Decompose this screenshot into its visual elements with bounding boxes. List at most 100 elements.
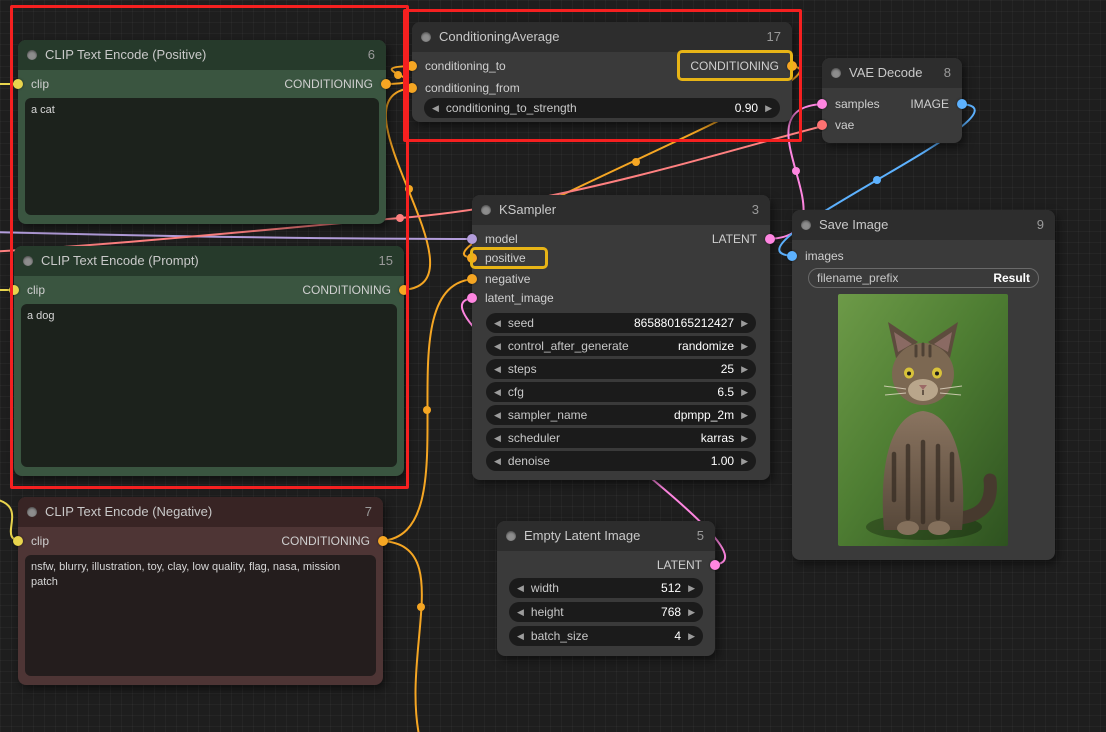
images-input-port[interactable] xyxy=(787,251,797,261)
latent-port-label: LATENT xyxy=(712,230,757,248)
widget-scheduler[interactable]: ◀ scheduler karras ▶ xyxy=(486,428,756,448)
clip-port-label: clip xyxy=(31,75,49,93)
widget-denoise[interactable]: ◀ denoise 1.00 ▶ xyxy=(486,451,756,471)
increment-arrow-icon[interactable]: ▶ xyxy=(741,342,748,351)
negative-input-port[interactable] xyxy=(467,274,477,284)
conditioning-output-port[interactable] xyxy=(399,285,409,295)
increment-arrow-icon[interactable]: ▶ xyxy=(741,434,748,443)
node-empty-latent-image[interactable]: Empty Latent Image 5 LATENT ◀ width 512 … xyxy=(497,521,715,656)
node-header[interactable]: CLIP Text Encode (Positive) 6 xyxy=(18,40,386,70)
widget-value: 6.5 xyxy=(717,385,734,399)
widget-value: 1.00 xyxy=(711,454,734,468)
node-header[interactable]: KSampler 3 xyxy=(472,195,770,225)
collapse-dot-icon[interactable] xyxy=(27,50,37,60)
node-header[interactable]: VAE Decode 8 xyxy=(822,58,962,88)
decrement-arrow-icon[interactable]: ◀ xyxy=(517,632,524,641)
decrement-arrow-icon[interactable]: ◀ xyxy=(494,365,501,374)
decrement-arrow-icon[interactable]: ◀ xyxy=(517,584,524,593)
node-header[interactable]: ConditioningAverage 17 xyxy=(412,22,792,52)
widget-label: denoise xyxy=(508,454,550,468)
node-conditioning-average[interactable]: ConditioningAverage 17 conditioning_to C… xyxy=(412,22,792,122)
increment-arrow-icon[interactable]: ▶ xyxy=(765,104,772,113)
vae-input-port[interactable] xyxy=(817,120,827,130)
widget-value: randomize xyxy=(678,339,734,353)
node-order-badge: 7 xyxy=(365,497,372,527)
increment-arrow-icon[interactable]: ▶ xyxy=(741,411,748,420)
widget-steps[interactable]: ◀ steps 25 ▶ xyxy=(486,359,756,379)
increment-arrow-icon[interactable]: ▶ xyxy=(741,365,748,374)
node-clip-text-encode-prompt[interactable]: CLIP Text Encode (Prompt) 15 clip CONDIT… xyxy=(14,246,404,476)
widget-conditioning-to-strength[interactable]: ◀ conditioning_to_strength 0.90 ▶ xyxy=(424,98,780,118)
decrement-arrow-icon[interactable]: ◀ xyxy=(494,457,501,466)
decrement-arrow-icon[interactable]: ◀ xyxy=(494,388,501,397)
decrement-arrow-icon[interactable]: ◀ xyxy=(494,319,501,328)
conditioning-port-label: CONDITIONING xyxy=(690,57,779,75)
samples-input-port[interactable] xyxy=(817,99,827,109)
decrement-arrow-icon[interactable]: ◀ xyxy=(494,342,501,351)
widget-width[interactable]: ◀ width 512 ▶ xyxy=(509,578,703,598)
increment-arrow-icon[interactable]: ▶ xyxy=(741,319,748,328)
widget-value: 512 xyxy=(661,581,681,595)
node-header[interactable]: Save Image 9 xyxy=(792,210,1055,240)
collapse-dot-icon[interactable] xyxy=(506,531,516,541)
widget-cfg[interactable]: ◀ cfg 6.5 ▶ xyxy=(486,382,756,402)
node-vae-decode[interactable]: VAE Decode 8 samples IMAGE vae xyxy=(822,58,962,143)
widget-batch-size[interactable]: ◀ batch_size 4 ▶ xyxy=(509,626,703,646)
widget-label: height xyxy=(531,605,564,619)
clip-input-port[interactable] xyxy=(13,536,23,546)
image-output-port[interactable] xyxy=(957,99,967,109)
clip-input-port[interactable] xyxy=(9,285,19,295)
node-clip-text-encode-positive[interactable]: CLIP Text Encode (Positive) 6 clip CONDI… xyxy=(18,40,386,224)
increment-arrow-icon[interactable]: ▶ xyxy=(688,608,695,617)
port-label: negative xyxy=(485,270,530,288)
node-ksampler[interactable]: KSampler 3 model LATENT positive negativ… xyxy=(472,195,770,480)
widget-seed[interactable]: ◀ seed 865880165212427 ▶ xyxy=(486,313,756,333)
widget-filename-prefix[interactable]: filename_prefix Result xyxy=(808,268,1039,288)
decrement-arrow-icon[interactable]: ◀ xyxy=(517,608,524,617)
node-order-badge: 15 xyxy=(379,246,393,276)
node-header[interactable]: CLIP Text Encode (Negative) 7 xyxy=(18,497,383,527)
increment-arrow-icon[interactable]: ▶ xyxy=(741,457,748,466)
positive-input-port[interactable] xyxy=(467,253,477,263)
node-title: CLIP Text Encode (Prompt) xyxy=(41,253,199,268)
decrement-arrow-icon[interactable]: ◀ xyxy=(432,104,439,113)
conditioning-output-port[interactable] xyxy=(787,61,797,71)
decrement-arrow-icon[interactable]: ◀ xyxy=(494,434,501,443)
latent-image-input-port[interactable] xyxy=(467,293,477,303)
conditioning-output-port[interactable] xyxy=(378,536,388,546)
node-header[interactable]: Empty Latent Image 5 xyxy=(497,521,715,551)
collapse-dot-icon[interactable] xyxy=(27,507,37,517)
prompt-textarea[interactable]: nsfw, blurry, illustration, toy, clay, l… xyxy=(25,555,376,676)
node-order-badge: 5 xyxy=(697,521,704,551)
node-title: Save Image xyxy=(819,217,888,232)
collapse-dot-icon[interactable] xyxy=(801,220,811,230)
increment-arrow-icon[interactable]: ▶ xyxy=(688,632,695,641)
port-label: samples xyxy=(835,95,880,113)
widget-control-after-generate[interactable]: ◀ control_after_generate randomize ▶ xyxy=(486,336,756,356)
port-label: latent_image xyxy=(485,289,554,307)
collapse-dot-icon[interactable] xyxy=(23,256,33,266)
latent-output-port[interactable] xyxy=(710,560,720,570)
conditioning-output-port[interactable] xyxy=(381,79,391,89)
collapse-dot-icon[interactable] xyxy=(481,205,491,215)
node-clip-text-encode-negative[interactable]: CLIP Text Encode (Negative) 7 clip CONDI… xyxy=(18,497,383,685)
increment-arrow-icon[interactable]: ▶ xyxy=(741,388,748,397)
widget-sampler-name[interactable]: ◀ sampler_name dpmpp_2m ▶ xyxy=(486,405,756,425)
prompt-textarea[interactable]: a cat xyxy=(25,98,379,215)
widget-height[interactable]: ◀ height 768 ▶ xyxy=(509,602,703,622)
collapse-dot-icon[interactable] xyxy=(421,32,431,42)
increment-arrow-icon[interactable]: ▶ xyxy=(688,584,695,593)
latent-output-port[interactable] xyxy=(765,234,775,244)
conditioning-from-input-port[interactable] xyxy=(407,83,417,93)
collapse-dot-icon[interactable] xyxy=(831,68,841,78)
preview-image-cat xyxy=(838,294,1008,546)
node-save-image[interactable]: Save Image 9 images filename_prefix Resu… xyxy=(792,210,1055,560)
conditioning-to-input-port[interactable] xyxy=(407,61,417,71)
decrement-arrow-icon[interactable]: ◀ xyxy=(494,411,501,420)
clip-input-port[interactable] xyxy=(13,79,23,89)
prompt-textarea[interactable]: a dog xyxy=(21,304,397,467)
node-header[interactable]: CLIP Text Encode (Prompt) 15 xyxy=(14,246,404,276)
widget-value: 0.90 xyxy=(735,101,758,115)
model-input-port[interactable] xyxy=(467,234,477,244)
latent-port-label: LATENT xyxy=(657,556,702,574)
